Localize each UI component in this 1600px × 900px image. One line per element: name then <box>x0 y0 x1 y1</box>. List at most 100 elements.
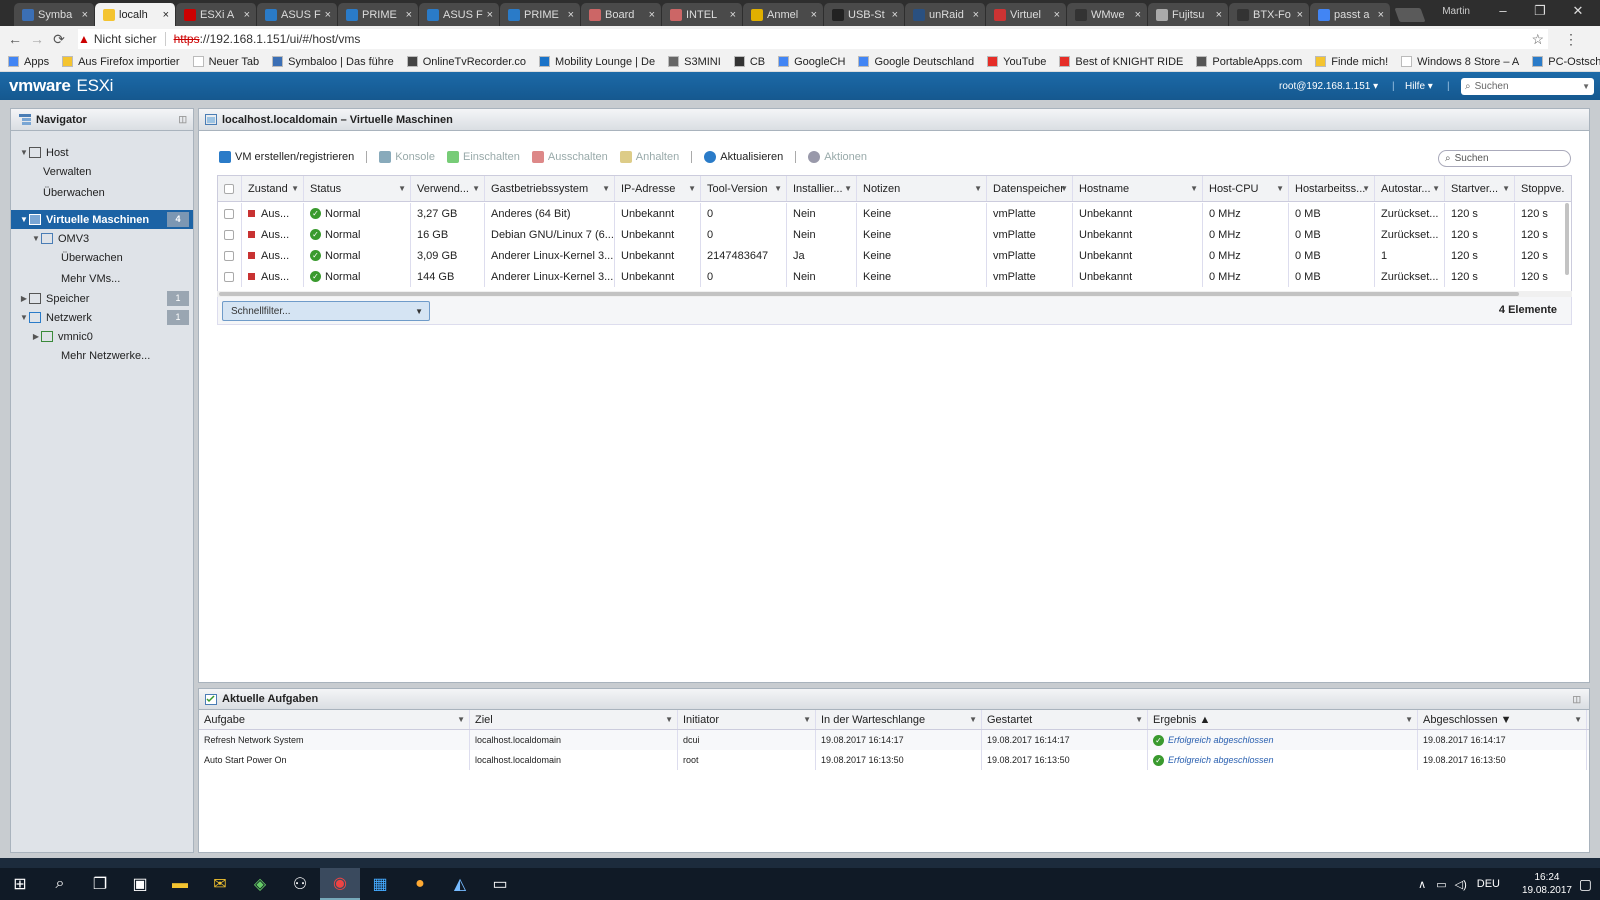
network-app-icon[interactable]: ⚇ <box>280 868 320 900</box>
app-ship-icon[interactable]: ◭ <box>440 868 480 900</box>
nav-item--berwachen[interactable]: Überwachen <box>11 248 193 267</box>
chevron-down-icon[interactable]: ▼ <box>688 184 696 193</box>
chrome-icon[interactable]: ◉ <box>320 868 360 900</box>
bookmark-star-icon[interactable]: ☆ <box>1531 31 1544 48</box>
power-on-button[interactable]: Einschalten <box>446 151 520 163</box>
bookmark-item[interactable]: Symbaloo | Das führe <box>272 56 394 68</box>
nav-item--berwachen[interactable]: Überwachen <box>11 183 193 202</box>
chevron-down-icon[interactable]: ▼ <box>803 715 811 724</box>
bookmark-item[interactable]: Neuer Tab <box>192 56 259 68</box>
tree-toggle-icon[interactable]: ▼ <box>19 215 29 224</box>
browser-tab[interactable]: Anmel × <box>743 3 824 26</box>
chevron-down-icon[interactable]: ▼ <box>844 184 852 193</box>
column-header[interactable]: Zustand ▼ <box>242 176 304 201</box>
suspend-button[interactable]: Anhalten <box>619 151 679 163</box>
browser-tab[interactable]: Symba × <box>14 3 95 26</box>
app-orange-icon[interactable]: ● <box>400 868 440 900</box>
nav-item-verwalten[interactable]: Verwalten <box>11 162 193 181</box>
new-tab-button[interactable] <box>1394 8 1426 22</box>
refresh-button[interactable]: Aktualisieren <box>704 151 783 163</box>
console-button[interactable]: Konsole <box>379 151 435 163</box>
chevron-down-icon[interactable]: ▼ <box>602 184 610 193</box>
close-tab-icon[interactable]: × <box>892 9 898 21</box>
bookmark-item[interactable]: Finde mich! <box>1315 56 1388 68</box>
close-tab-icon[interactable]: × <box>163 9 169 21</box>
browser-tab[interactable]: PRIME × <box>500 3 581 26</box>
column-header[interactable]: Gastbetriebssystem ▼ <box>485 176 615 201</box>
close-tab-icon[interactable]: × <box>1135 9 1141 21</box>
task-view-icon[interactable]: ❐ <box>80 868 120 900</box>
chevron-down-icon[interactable]: ▼ <box>457 715 465 724</box>
task-column-header[interactable]: In der Warteschlange ▼ <box>816 710 982 729</box>
bookmark-item[interactable]: PC-Ostschweiz - Gale <box>1532 56 1600 68</box>
task-row[interactable]: Refresh Network System localhost.localdom… <box>199 730 1589 750</box>
bookmark-item[interactable]: GoogleCH <box>778 56 845 68</box>
table-row[interactable]: Aus... ✓ Normal 3,09 GB Anderer Linux-Kernel… <box>218 245 1571 266</box>
column-header[interactable]: Stoppve. <box>1515 176 1571 201</box>
table-row[interactable]: Aus... ✓ Normal 3,27 GB Anderes (64 Bit) Unbe… <box>218 203 1571 224</box>
nav-item-host[interactable]: ▼ Host <box>11 143 193 162</box>
task-column-header[interactable]: Aufgabe ▼ <box>199 710 470 729</box>
browser-tab[interactable]: INTEL × <box>662 3 743 26</box>
nav-item-mehr-vms[interactable]: Mehr VMs... <box>11 269 193 288</box>
quickfilter-select[interactable]: Schnellfilter... ▼ <box>222 301 430 321</box>
network-icon[interactable]: ▭ <box>1436 878 1446 891</box>
chevron-down-icon[interactable]: ▼ <box>1574 715 1582 724</box>
task-column-header[interactable]: Abgeschlossen ▼ ▼ <box>1418 710 1587 729</box>
task-cell-value[interactable]: Erfolgreich abgeschlossen <box>1168 735 1274 745</box>
close-window-button[interactable]: ✕ <box>1563 3 1593 19</box>
tree-toggle-icon[interactable]: ▶ <box>31 332 41 341</box>
close-tab-icon[interactable]: × <box>406 9 412 21</box>
chevron-down-icon[interactable]: ▼ <box>1362 184 1370 193</box>
close-tab-icon[interactable]: × <box>1054 9 1060 21</box>
nav-item-virtuelle-maschinen[interactable]: ▼ Virtuelle Maschinen 4 <box>11 210 193 229</box>
table-row[interactable]: Aus... ✓ Normal 144 GB Anderer Linux-Kernel … <box>218 266 1571 287</box>
close-tab-icon[interactable]: × <box>82 9 88 21</box>
column-header[interactable]: Status ▼ <box>304 176 411 201</box>
task-column-header[interactable]: Ergebnis ▲ ▼ <box>1148 710 1418 729</box>
url-field[interactable]: ▲ Nicht sicher https ://192.168.1.151/ui… <box>78 29 1548 49</box>
close-tab-icon[interactable]: × <box>973 9 979 21</box>
nav-item-speicher[interactable]: ▶ Speicher 1 <box>11 289 193 308</box>
tree-toggle-icon[interactable]: ▼ <box>19 148 29 157</box>
bookmark-item[interactable]: Windows 8 Store – A <box>1401 56 1519 68</box>
tree-toggle-icon[interactable]: ▶ <box>19 294 29 303</box>
browser-tab[interactable]: ESXi A × <box>176 3 257 26</box>
close-tab-icon[interactable]: × <box>325 9 331 21</box>
close-tab-icon[interactable]: × <box>487 9 493 21</box>
bookmark-item[interactable]: CB <box>733 56 765 68</box>
column-header[interactable]: Notizen ▼ <box>857 176 987 201</box>
app-blue-icon[interactable]: ▦ <box>360 868 400 900</box>
scrollbar-thumb[interactable] <box>219 292 1519 296</box>
app-green-icon[interactable]: ◈ <box>240 868 280 900</box>
browser-tab[interactable]: USB-St × <box>824 3 905 26</box>
close-tab-icon[interactable]: × <box>1297 9 1303 21</box>
tree-toggle-icon[interactable]: ▼ <box>31 234 41 243</box>
row-checkbox[interactable] <box>224 229 234 240</box>
chevron-down-icon[interactable]: ▼ <box>291 184 299 193</box>
chevron-down-icon[interactable]: ▼ <box>1432 184 1440 193</box>
bookmark-item[interactable]: Google Deutschland <box>858 56 974 68</box>
close-tab-icon[interactable]: × <box>649 9 655 21</box>
nav-item-omv3[interactable]: ▼ OMV3 <box>11 229 193 248</box>
terminal-icon[interactable]: ▭ <box>480 868 520 900</box>
help-menu[interactable]: Hilfe ▾ <box>1405 81 1433 92</box>
task-column-header[interactable]: Gestartet ▼ <box>982 710 1148 729</box>
row-checkbox[interactable] <box>224 250 234 261</box>
bookmark-item[interactable]: Mobility Lounge | De <box>539 56 655 68</box>
chevron-down-icon[interactable]: ▼ <box>1502 184 1510 193</box>
column-header[interactable]: Tool-Version ▼ <box>701 176 787 201</box>
close-tab-icon[interactable]: × <box>1378 9 1384 21</box>
browser-tab[interactable]: localh × <box>95 3 176 26</box>
bookmark-item[interactable]: Aus Firefox importier <box>62 56 180 68</box>
close-tab-icon[interactable]: × <box>1216 9 1222 21</box>
column-header[interactable]: Installier... ▼ <box>787 176 857 201</box>
user-menu[interactable]: root@192.168.1.151 ▾ <box>1279 81 1378 92</box>
column-header[interactable]: Host-CPU ▼ <box>1203 176 1289 201</box>
search-icon[interactable]: ⌕ <box>40 868 80 900</box>
warning-icon[interactable]: ▲ <box>78 32 90 46</box>
chevron-down-icon[interactable]: ▼ <box>1276 184 1284 193</box>
create-vm-button[interactable]: VM erstellen/registrieren <box>219 151 354 163</box>
browser-tab[interactable]: PRIME × <box>338 3 419 26</box>
chevron-down-icon[interactable]: ▼ <box>398 184 406 193</box>
